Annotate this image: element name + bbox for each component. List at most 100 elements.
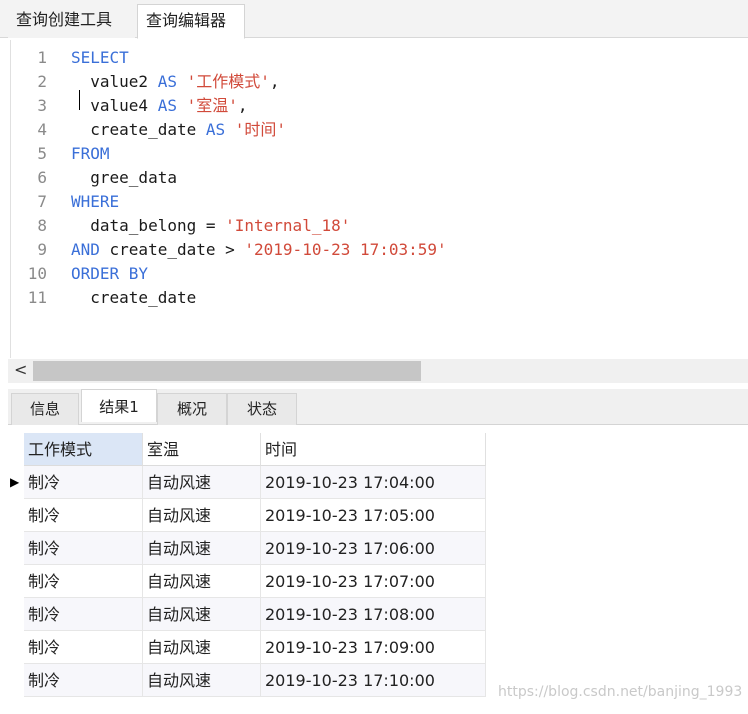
tab-query-builder[interactable]: 查询创建工具 bbox=[8, 4, 135, 38]
table-row[interactable]: 制冷 自动风速 2019-10-23 17:07:00 bbox=[8, 565, 486, 598]
table-row[interactable]: 制冷 自动风速 2019-10-23 17:06:00 bbox=[8, 532, 486, 565]
sql-identifier: value4 bbox=[71, 96, 158, 115]
table-cell[interactable]: 自动风速 bbox=[143, 664, 261, 697]
sql-string: '2019-10-23 17:03:59' bbox=[244, 240, 447, 259]
table-cell[interactable]: 自动风速 bbox=[143, 499, 261, 532]
line-number: 9 bbox=[37, 240, 47, 259]
line-number: 1 bbox=[37, 48, 47, 67]
code-line[interactable]: 8 data_belong = 'Internal_18' bbox=[11, 214, 711, 238]
table-cell[interactable]: 制冷 bbox=[24, 598, 143, 631]
code-text: value4 AS '室温', bbox=[71, 94, 248, 118]
sql-keyword: SELECT bbox=[71, 48, 129, 67]
watermark: https://blog.csdn.net/banjing_1993 bbox=[498, 684, 743, 700]
sql-identifier: gree_data bbox=[71, 168, 177, 187]
current-row-icon: ▶ bbox=[10, 475, 20, 489]
table-row[interactable]: ▶ 制冷 自动风速 2019-10-23 17:04:00 bbox=[8, 466, 486, 499]
table-cell[interactable]: 2019-10-23 17:06:00 bbox=[261, 532, 486, 565]
sql-identifier: value2 bbox=[71, 72, 158, 91]
table-cell[interactable]: 自动风速 bbox=[143, 565, 261, 598]
sql-keyword: AS bbox=[157, 96, 187, 115]
table-cell[interactable]: 自动风速 bbox=[143, 598, 261, 631]
line-number: 10 bbox=[27, 264, 47, 283]
table-row[interactable]: 制冷 自动风速 2019-10-23 17:05:00 bbox=[8, 499, 486, 532]
column-header-time[interactable]: 时间 bbox=[261, 433, 486, 466]
table-row[interactable]: 制冷 自动风速 2019-10-23 17:10:00 bbox=[8, 664, 486, 697]
table-cell[interactable]: 2019-10-23 17:10:00 bbox=[261, 664, 486, 697]
code-text: FROM bbox=[71, 142, 110, 166]
sql-identifier: create_date > bbox=[109, 240, 245, 259]
sql-keyword: AS bbox=[205, 120, 235, 139]
code-line[interactable]: 5 FROM bbox=[11, 142, 711, 166]
code-line[interactable]: 4 create_date AS '时间' bbox=[11, 118, 711, 142]
tab-info[interactable]: 信息 bbox=[11, 393, 79, 425]
code-line[interactable]: 2 value2 AS '工作模式', bbox=[11, 70, 711, 94]
sql-identifier: , bbox=[269, 72, 280, 91]
code-text: data_belong = 'Internal_18' bbox=[71, 214, 350, 238]
table-cell[interactable]: 制冷 bbox=[24, 532, 143, 565]
sql-identifier: create_date bbox=[71, 120, 206, 139]
table-cell[interactable]: 自动风速 bbox=[143, 532, 261, 565]
line-number: 8 bbox=[37, 216, 47, 235]
code-line[interactable]: 1 SELECT bbox=[11, 46, 711, 70]
code-text: ORDER BY bbox=[71, 262, 148, 286]
results-grid: 工作模式 室温 时间 ▶ 制冷 自动风速 2019-10-23 17:04:00 制冷自… bbox=[8, 425, 748, 714]
table-row[interactable]: 制冷 自动风速 2019-10-23 17:09:00 bbox=[8, 631, 486, 664]
sql-keyword: FROM bbox=[71, 144, 110, 163]
code-line[interactable]: 10 ORDER BY bbox=[11, 262, 711, 286]
text-caret bbox=[79, 90, 80, 110]
line-number: 11 bbox=[27, 288, 47, 307]
sql-keyword: AS bbox=[157, 72, 187, 91]
sql-string: '时间' bbox=[234, 120, 287, 139]
line-number: 7 bbox=[37, 192, 47, 211]
table-cell[interactable]: 制冷 bbox=[24, 565, 143, 598]
code-text: gree_data bbox=[71, 166, 177, 190]
sql-keyword: ORDER BY bbox=[71, 264, 149, 283]
table-row[interactable]: 制冷 自动风速 2019-10-23 17:08:00 bbox=[8, 598, 486, 631]
code-text: create_date bbox=[71, 286, 196, 310]
line-number: 5 bbox=[37, 144, 47, 163]
table-cell[interactable]: 2019-10-23 17:04:00 bbox=[261, 466, 486, 499]
query-tab-bar: 查询创建工具 查询编辑器 bbox=[0, 0, 748, 39]
line-number: 3 bbox=[37, 96, 47, 115]
table-cell[interactable]: 制冷 bbox=[24, 499, 143, 532]
column-header-temp[interactable]: 室温 bbox=[143, 433, 261, 466]
result-tab-bar: 信息 结果1 概况 状态 bbox=[8, 389, 748, 425]
sql-identifier: , bbox=[237, 96, 248, 115]
horizontal-scrollbar[interactable]: < bbox=[8, 359, 748, 383]
table-cell[interactable]: 2019-10-23 17:09:00 bbox=[261, 631, 486, 664]
code-text: create_date AS '时间' bbox=[71, 118, 286, 142]
tab-result1[interactable]: 结果1 bbox=[81, 389, 157, 422]
code-line[interactable]: 9 AND create_date > '2019-10-23 17:03:59' bbox=[11, 238, 711, 262]
table-cell[interactable]: 2019-10-23 17:08:00 bbox=[261, 598, 486, 631]
tab-status[interactable]: 状态 bbox=[227, 393, 297, 425]
code-text: value2 AS '工作模式', bbox=[71, 70, 280, 94]
sql-editor[interactable]: 1 SELECT 2 value2 AS '工作模式', 3 value4 AS '室… bbox=[10, 40, 748, 358]
code-line[interactable]: 3 value4 AS '室温', bbox=[11, 94, 711, 118]
grid-header: 工作模式 室温 时间 bbox=[24, 433, 486, 466]
code-line[interactable]: 6 gree_data bbox=[11, 166, 711, 190]
line-number: 6 bbox=[37, 168, 47, 187]
line-number: 2 bbox=[37, 72, 47, 91]
line-number: 4 bbox=[37, 120, 47, 139]
scroll-left-icon[interactable]: < bbox=[14, 360, 27, 379]
code-text: AND create_date > '2019-10-23 17:03:59' bbox=[71, 238, 447, 262]
sql-string: '工作模式' bbox=[186, 72, 270, 91]
table-cell[interactable]: 自动风速 bbox=[143, 631, 261, 664]
tab-profile[interactable]: 概况 bbox=[157, 393, 227, 425]
code-line[interactable]: 7 WHERE bbox=[11, 190, 711, 214]
table-cell[interactable]: 制冷 bbox=[24, 631, 143, 664]
sql-identifier: create_date bbox=[71, 288, 197, 307]
sql-string: 'Internal_18' bbox=[225, 216, 351, 235]
code-line[interactable]: 11 create_date bbox=[11, 286, 711, 310]
column-header-mode[interactable]: 工作模式 bbox=[24, 433, 143, 466]
table-cell[interactable]: 2019-10-23 17:05:00 bbox=[261, 499, 486, 532]
sql-identifier: data_belong = bbox=[71, 216, 226, 235]
table-cell[interactable]: 制冷 bbox=[24, 466, 143, 499]
tab-query-editor[interactable]: 查询编辑器 bbox=[137, 4, 245, 39]
scrollbar-thumb[interactable] bbox=[33, 361, 421, 381]
table-cell[interactable]: 制冷 bbox=[24, 664, 143, 697]
table-cell[interactable]: 2019-10-23 17:07:00 bbox=[261, 565, 486, 598]
sql-keyword: AND bbox=[71, 240, 110, 259]
code-text: SELECT bbox=[71, 46, 129, 70]
table-cell[interactable]: 自动风速 bbox=[143, 466, 261, 499]
